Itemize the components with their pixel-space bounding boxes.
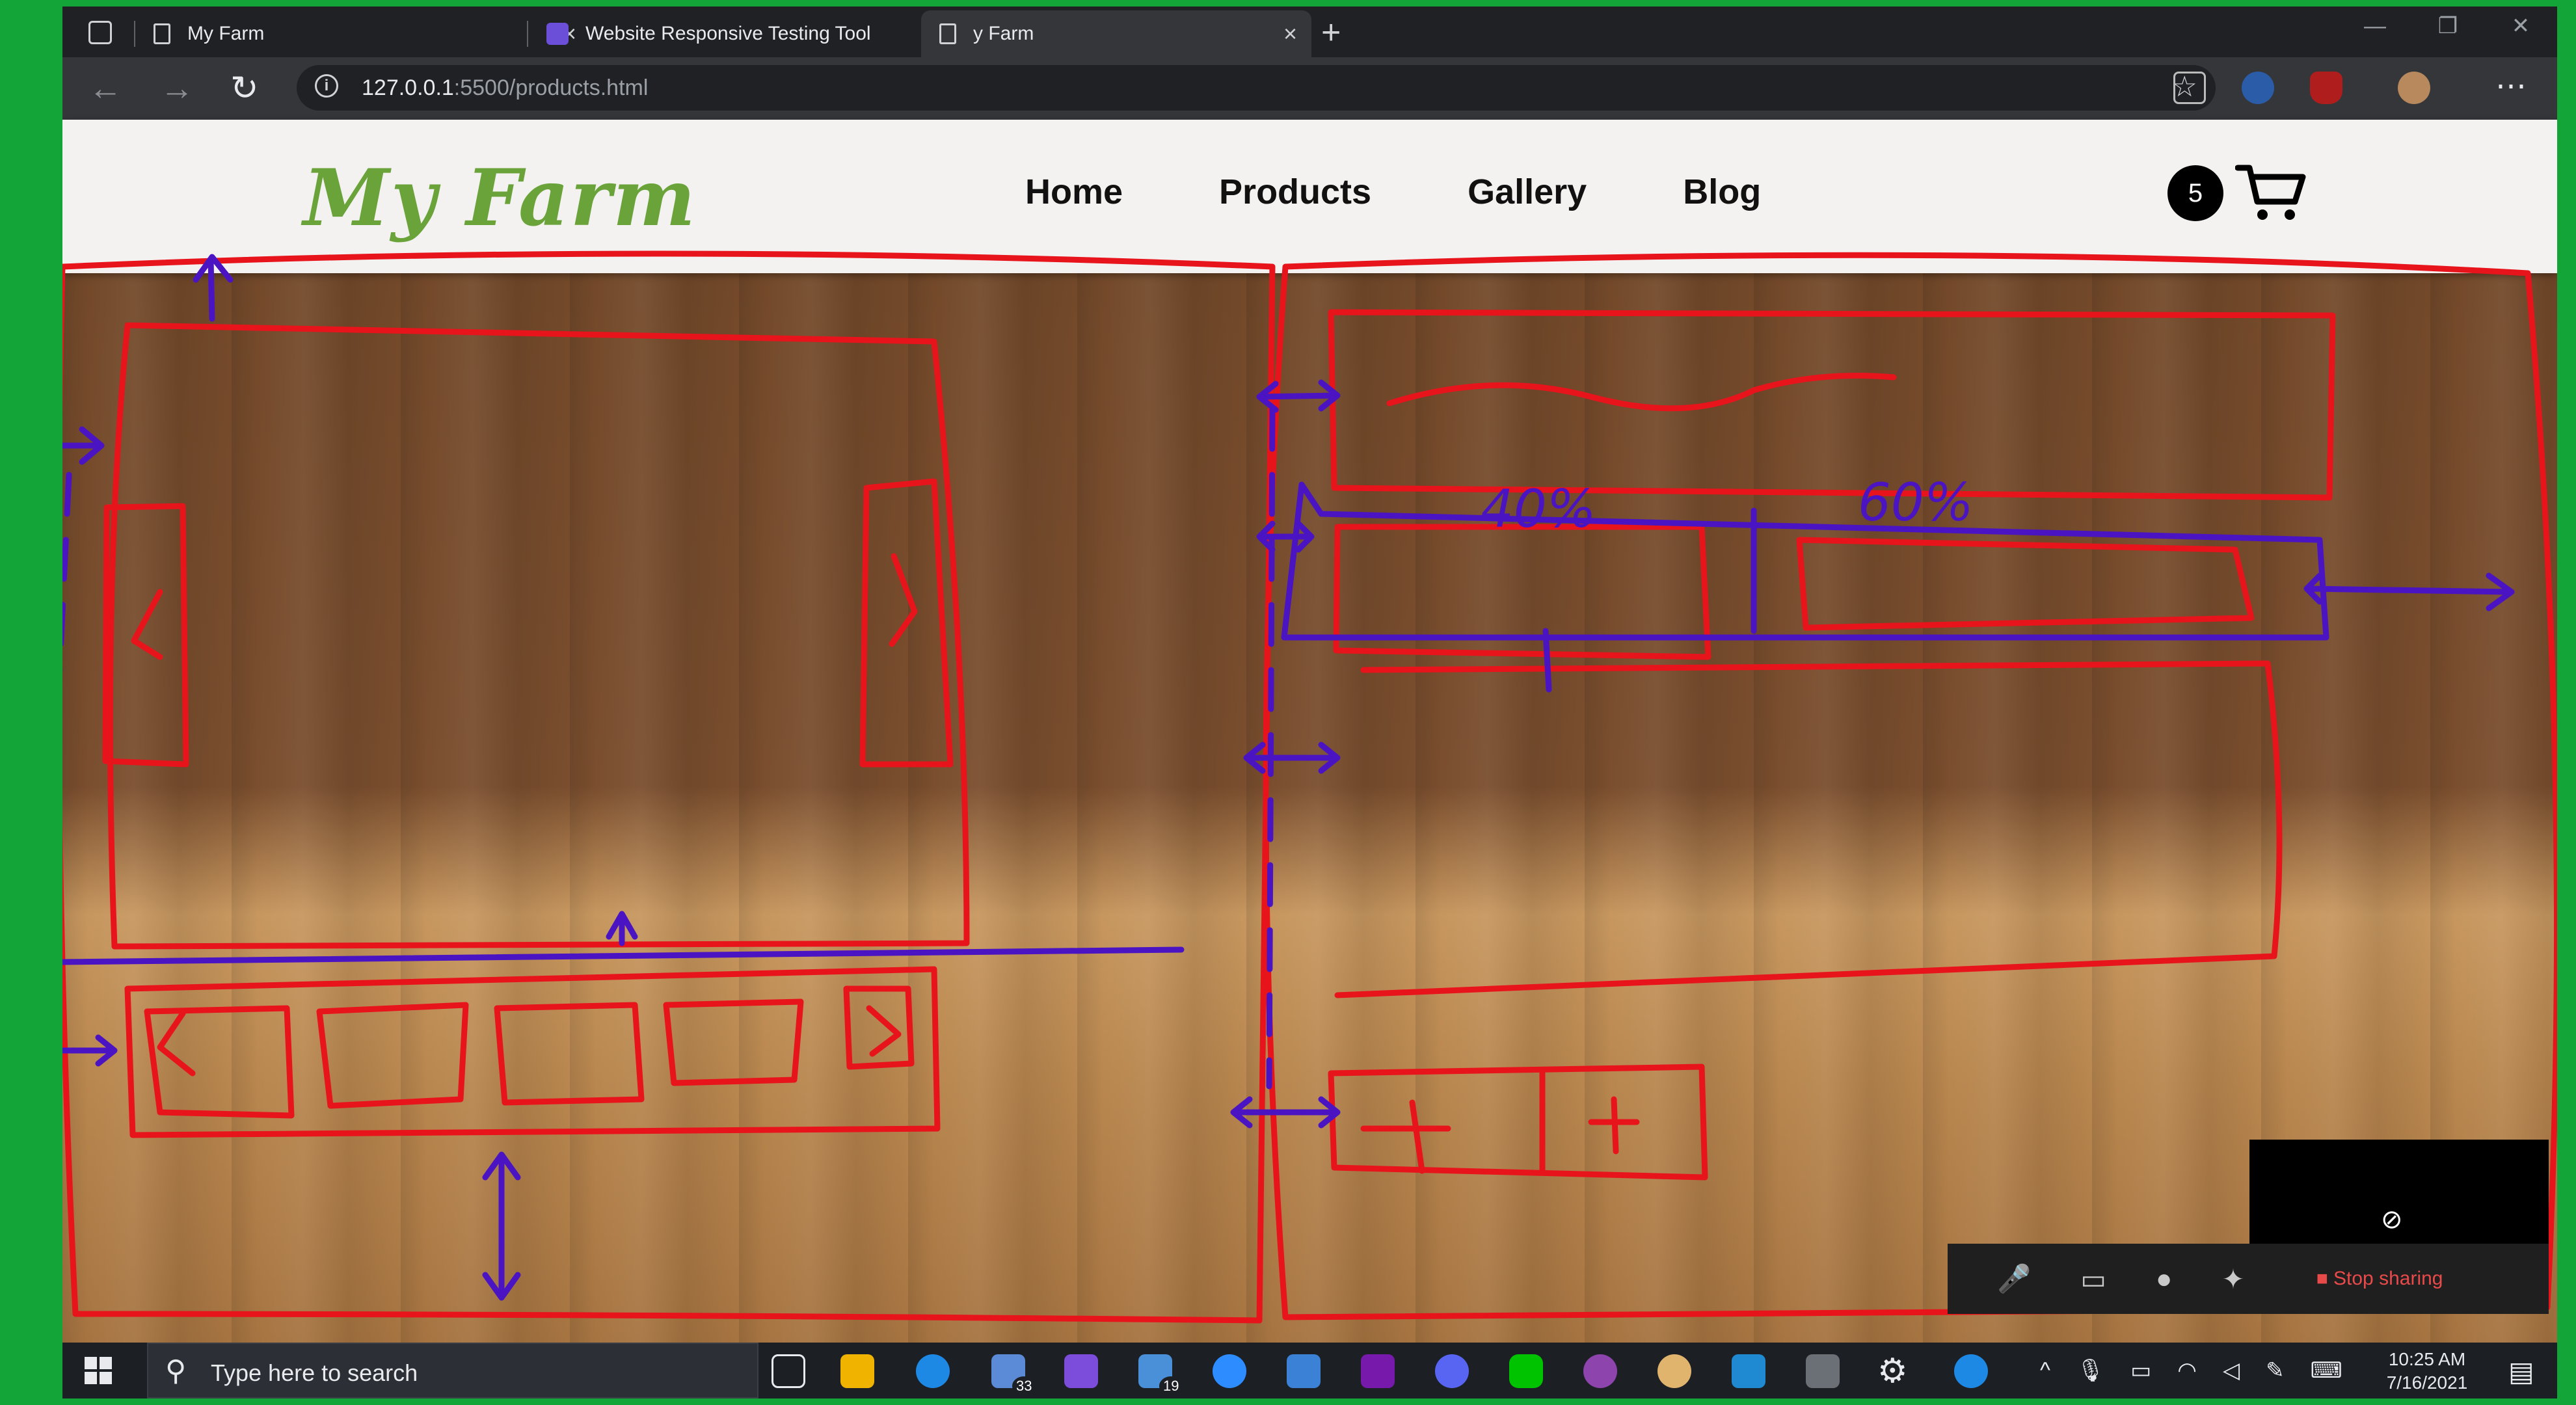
video-off-icon[interactable]: ▭ (2080, 1263, 2106, 1295)
clock-time: 10:25 AM (2388, 1349, 2466, 1369)
sketch-thumb-next (843, 985, 915, 1070)
sketch-thumb-2 (316, 1002, 469, 1109)
onenote-icon[interactable] (1361, 1354, 1395, 1388)
windows-taskbar: ⚲ Type here to search 33 19 ⚙ ^ 🎙 ▭ ◠ ◁ … (62, 1343, 2557, 1398)
task-view-icon[interactable] (771, 1354, 805, 1388)
microphone-icon[interactable]: 🎤 (1997, 1263, 2031, 1295)
sketch-description-box (1334, 660, 2283, 998)
battery-icon[interactable]: ▭ (2130, 1358, 2151, 1384)
stop-sharing-button[interactable]: ■ Stop sharing (2316, 1268, 2443, 1290)
mail-badge: 33 (1012, 1376, 1036, 1396)
chat-icon[interactable]: ● (2156, 1263, 2172, 1294)
windows-start-icon[interactable] (85, 1357, 112, 1384)
wifi-icon[interactable]: ◠ (2177, 1358, 2197, 1384)
sketch-quantity-box (1328, 1064, 1708, 1181)
video-off-icon: ⊘ (2381, 1205, 2403, 1234)
paint-icon[interactable] (1657, 1354, 1691, 1388)
volume-icon[interactable]: ◁ (2223, 1358, 2240, 1384)
sketch-thumb-1 (144, 1005, 295, 1119)
search-placeholder: Type here to search (211, 1359, 418, 1386)
edge-icon[interactable] (916, 1354, 950, 1388)
sketch-title-box (1328, 309, 2336, 501)
clock-date: 7/16/2021 (2386, 1372, 2468, 1393)
sketch-label-40: 40% (1481, 479, 1596, 539)
edge-icon[interactable] (1954, 1354, 1988, 1388)
grammarly-icon[interactable] (1064, 1354, 1098, 1388)
chevron-up-icon[interactable]: ^ (2040, 1358, 2050, 1384)
messenger-icon[interactable] (1213, 1354, 1246, 1388)
calculator-icon[interactable] (1806, 1354, 1840, 1388)
search-icon: ⚲ (165, 1355, 187, 1387)
sketch-left-container (62, 250, 1276, 1324)
sketch-label-60: 60% (1858, 472, 1974, 533)
keyboard-icon[interactable]: ⌨ (2311, 1358, 2342, 1384)
reactions-icon[interactable]: ✦ (2221, 1263, 2244, 1295)
github-desktop-icon[interactable] (1583, 1354, 1617, 1388)
sketch-thumb-3 (494, 1002, 645, 1106)
taskbar-search-box[interactable]: ⚲ Type here to search (147, 1343, 758, 1398)
sketch-info-box-60 (1796, 537, 2255, 631)
line-icon[interactable] (1509, 1354, 1543, 1388)
app-icon[interactable] (1287, 1354, 1321, 1388)
desktop-screen: My Farm × Website Responsive Testing Too… (62, 7, 2557, 1398)
zoom-video-preview: ⊘ (2249, 1140, 2549, 1244)
vscode-icon[interactable] (1732, 1354, 1765, 1388)
notifications-icon[interactable]: ▤ (2508, 1356, 2534, 1387)
file-explorer-icon[interactable] (840, 1354, 874, 1388)
mic-tray-icon[interactable]: 🎙 (2076, 1358, 2104, 1384)
discord-icon[interactable] (1435, 1354, 1469, 1388)
wireframe-sketch: 40% 60% (62, 250, 2557, 1324)
zoom-sharing-toolbar: 🎤 ▭ ● ✦ ■ Stop sharing (1948, 1244, 2549, 1314)
pen-icon[interactable]: ✎ (2266, 1358, 2285, 1384)
sketch-prev-button (102, 503, 189, 768)
stop-sharing-label: Stop sharing (2333, 1268, 2443, 1289)
system-tray: ^ 🎙 ▭ ◠ ◁ ✎ ⌨ (2040, 1343, 2368, 1398)
sketch-thumb-4 (663, 998, 804, 1086)
taskbar-clock[interactable]: 10:25 AM 7/16/2021 (2378, 1348, 2476, 1395)
sketch-thumbnail-strip (124, 966, 941, 1138)
settings-icon[interactable]: ⚙ (1877, 1352, 1908, 1391)
files-badge: 19 (1159, 1376, 1183, 1396)
sketch-main-image (107, 322, 970, 950)
